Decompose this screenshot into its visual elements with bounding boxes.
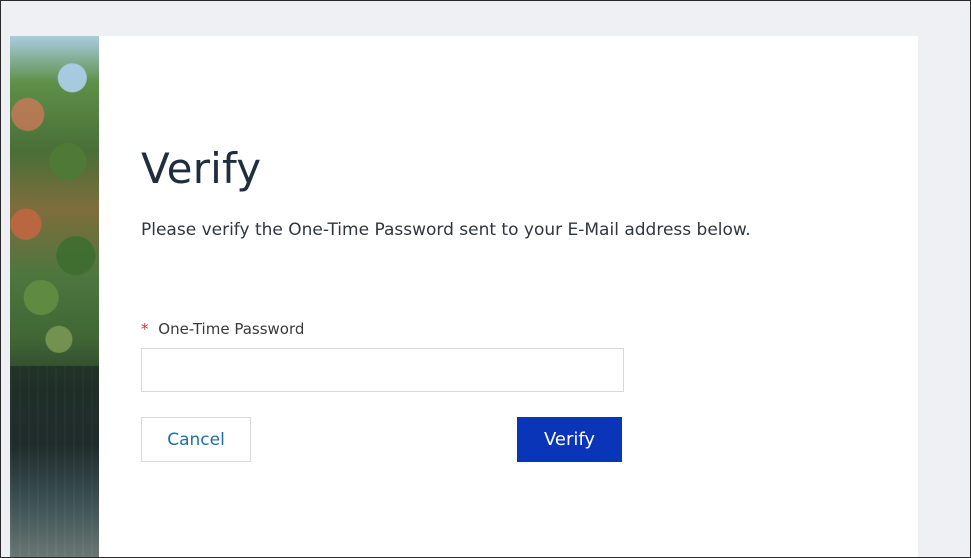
verify-button[interactable]: Verify (517, 417, 622, 462)
one-time-password-input[interactable] (141, 348, 624, 392)
otp-field-label: * One-Time Password (141, 320, 304, 338)
scenic-landscape-image (10, 36, 99, 557)
page-title: Verify (141, 144, 262, 193)
required-marker: * (141, 320, 149, 338)
verification-instructions: Please verify the One-Time Password sent… (141, 220, 751, 240)
cancel-button[interactable]: Cancel (141, 417, 251, 462)
otp-label-text: One-Time Password (158, 320, 305, 338)
verification-card: Verify Please verify the One-Time Passwo… (99, 36, 918, 557)
login-verification-frame: Verify Please verify the One-Time Passwo… (0, 0, 971, 558)
right-page-gutter (918, 36, 970, 557)
